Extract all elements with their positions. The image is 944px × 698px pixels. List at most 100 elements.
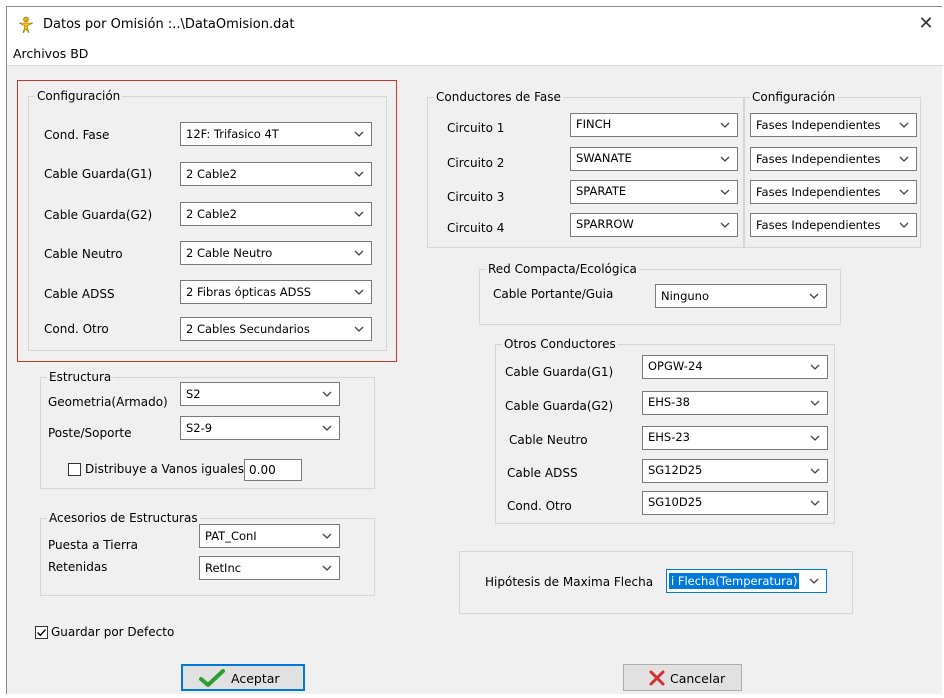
checkmark-icon <box>37 629 47 637</box>
hipotesis-label: Hipótesis de Maxima Flecha <box>485 575 654 589</box>
cable-adss-select[interactable]: 2 Fibras ópticas ADSS <box>180 280 372 304</box>
poste-select[interactable]: S2-9 <box>180 416 340 440</box>
cond-otro-select[interactable]: 2 Cables Secundarios <box>180 317 372 341</box>
otros-label-adss: Cable ADSS <box>507 466 578 480</box>
select-value: FINCH <box>576 117 612 131</box>
circuito-4-select[interactable]: SPARROW <box>570 213 738 237</box>
cancelar-label: Cancelar <box>670 671 726 686</box>
otros-adss-select[interactable]: SG12D25 <box>642 459 828 483</box>
chevron-down-icon <box>320 558 334 578</box>
cable-portante-select[interactable]: Ninguno <box>655 284 827 308</box>
select-value: EHS-23 <box>648 430 690 444</box>
select-value: SPARROW <box>576 217 634 231</box>
chevron-down-icon <box>808 461 822 481</box>
select-value: SPARATE <box>576 184 627 198</box>
chevron-down-icon <box>718 182 732 202</box>
green-checkmark-icon <box>199 669 225 687</box>
cancelar-button[interactable]: Cancelar <box>623 664 742 691</box>
chevron-down-icon <box>808 428 822 448</box>
config-group-title: Configuración <box>35 89 123 104</box>
fase-group-title: Conductores de Fase <box>434 90 563 105</box>
select-value: Fases Independientes <box>756 118 881 132</box>
puesta-select[interactable]: PAT_ConI <box>199 524 340 548</box>
circuito-3-label: Circuito 3 <box>447 190 505 204</box>
select-value: S2-9 <box>186 421 213 435</box>
select-value: Fases Independientes <box>756 152 881 166</box>
circuito-4-label: Circuito 4 <box>447 221 505 235</box>
chevron-down-icon <box>320 418 334 438</box>
window-title: Datos por Omisión :..\DataOmision.dat <box>43 17 295 32</box>
guardar-checkbox[interactable] <box>35 626 48 639</box>
config-label-cable-guarda-g1: Cable Guarda(G1) <box>44 167 153 181</box>
otros-otro-select[interactable]: SG10D25 <box>642 491 828 515</box>
otros-label-g2: Cable Guarda(G2) <box>505 399 614 413</box>
select-value: 12F: Trifasico 4T <box>186 127 279 141</box>
select-value: S2 <box>186 387 201 401</box>
select-value: Fases Independientes <box>756 218 881 232</box>
circuito-1-label: Circuito 1 <box>447 121 505 135</box>
chevron-down-icon <box>897 149 911 169</box>
chevron-down-icon <box>808 493 822 513</box>
select-value: 2 Cable2 <box>186 167 237 181</box>
select-value: EHS-38 <box>648 395 690 409</box>
hipotesis-select[interactable]: i Flecha(Temperatura) <box>666 569 827 593</box>
cond-fase-select[interactable]: 12F: Trifasico 4T <box>180 122 372 146</box>
otros-label-neutro: Cable Neutro <box>509 433 588 447</box>
chevron-down-icon <box>352 164 366 184</box>
circuito-2-select[interactable]: SWANATE <box>570 147 738 171</box>
circuito-4-config-select[interactable]: Fases Independientes <box>750 213 917 237</box>
circuito-1-config-select[interactable]: Fases Independientes <box>750 113 917 137</box>
red-label: Cable Portante/Guia <box>493 287 614 301</box>
otros-g1-select[interactable]: OPGW-24 <box>642 355 828 379</box>
accesorios-group-title: Acesorios de Estructuras <box>47 511 200 526</box>
cable-guarda-g1-select[interactable]: 2 Cable2 <box>180 162 372 186</box>
chevron-down-icon <box>352 282 366 302</box>
retenidas-label: Retenidas <box>48 560 108 574</box>
cable-guarda-g2-select[interactable]: 2 Cable2 <box>180 202 372 226</box>
circuito-1-select[interactable]: FINCH <box>570 113 738 137</box>
distribuye-input[interactable]: 0.00 <box>244 459 302 481</box>
config-label-cable-adss: Cable ADSS <box>44 287 115 301</box>
circuito-3-config-select[interactable]: Fases Independientes <box>750 180 917 204</box>
chevron-down-icon <box>718 215 732 235</box>
menu-archivos-bd[interactable]: Archivos BD <box>13 46 88 61</box>
select-value: SG10D25 <box>648 495 703 509</box>
chevron-down-icon <box>808 357 822 377</box>
select-value: SWANATE <box>576 151 632 165</box>
chevron-down-icon <box>718 149 732 169</box>
chevron-down-icon <box>807 286 821 306</box>
select-value: 2 Fibras ópticas ADSS <box>186 285 312 299</box>
chevron-down-icon <box>352 243 366 263</box>
select-value: Ninguno <box>661 289 709 303</box>
close-button[interactable]: ✕ <box>909 7 943 43</box>
circuito-3-select[interactable]: SPARATE <box>570 180 738 204</box>
circuito-2-label: Circuito 2 <box>447 156 505 170</box>
dialog-body: Configuración Cond. Fase 12F: Trifasico … <box>7 66 942 694</box>
select-value: 2 Cables Secundarios <box>186 322 310 336</box>
fase-config-group-title: Configuración <box>750 90 838 105</box>
chevron-down-icon <box>897 115 911 135</box>
title-bar[interactable]: Datos por Omisión :..\DataOmision.dat ✕ <box>7 7 943 43</box>
geometria-label: Geometria(Armado) <box>48 395 168 409</box>
otros-neutro-select[interactable]: EHS-23 <box>642 426 828 450</box>
otros-g2-select[interactable]: EHS-38 <box>642 391 828 415</box>
aceptar-button[interactable]: Aceptar <box>181 664 305 691</box>
geometria-select[interactable]: S2 <box>180 382 340 406</box>
circuito-2-config-select[interactable]: Fases Independientes <box>750 147 917 171</box>
distribuye-label: Distribuye a Vanos iguales <box>85 462 245 476</box>
red-group-title: Red Compacta/Ecológica <box>486 262 639 277</box>
select-value: 2 Cable2 <box>186 207 237 221</box>
chevron-down-icon <box>352 319 366 339</box>
chevron-down-icon <box>352 124 366 144</box>
estructura-group-title: Estructura <box>47 370 114 385</box>
distribuye-checkbox[interactable] <box>68 463 81 476</box>
select-value: OPGW-24 <box>648 359 703 373</box>
retenidas-select[interactable]: RetInc <box>199 556 340 580</box>
select-value: i Flecha(Temperatura) <box>669 573 800 589</box>
config-label-cable-neutro: Cable Neutro <box>44 247 123 261</box>
chevron-down-icon <box>897 215 911 235</box>
otros-label-otro: Cond. Otro <box>507 499 572 513</box>
close-icon: ✕ <box>918 13 934 34</box>
config-label-cond-fase: Cond. Fase <box>44 128 110 142</box>
cable-neutro-select[interactable]: 2 Cable Neutro <box>180 241 372 265</box>
